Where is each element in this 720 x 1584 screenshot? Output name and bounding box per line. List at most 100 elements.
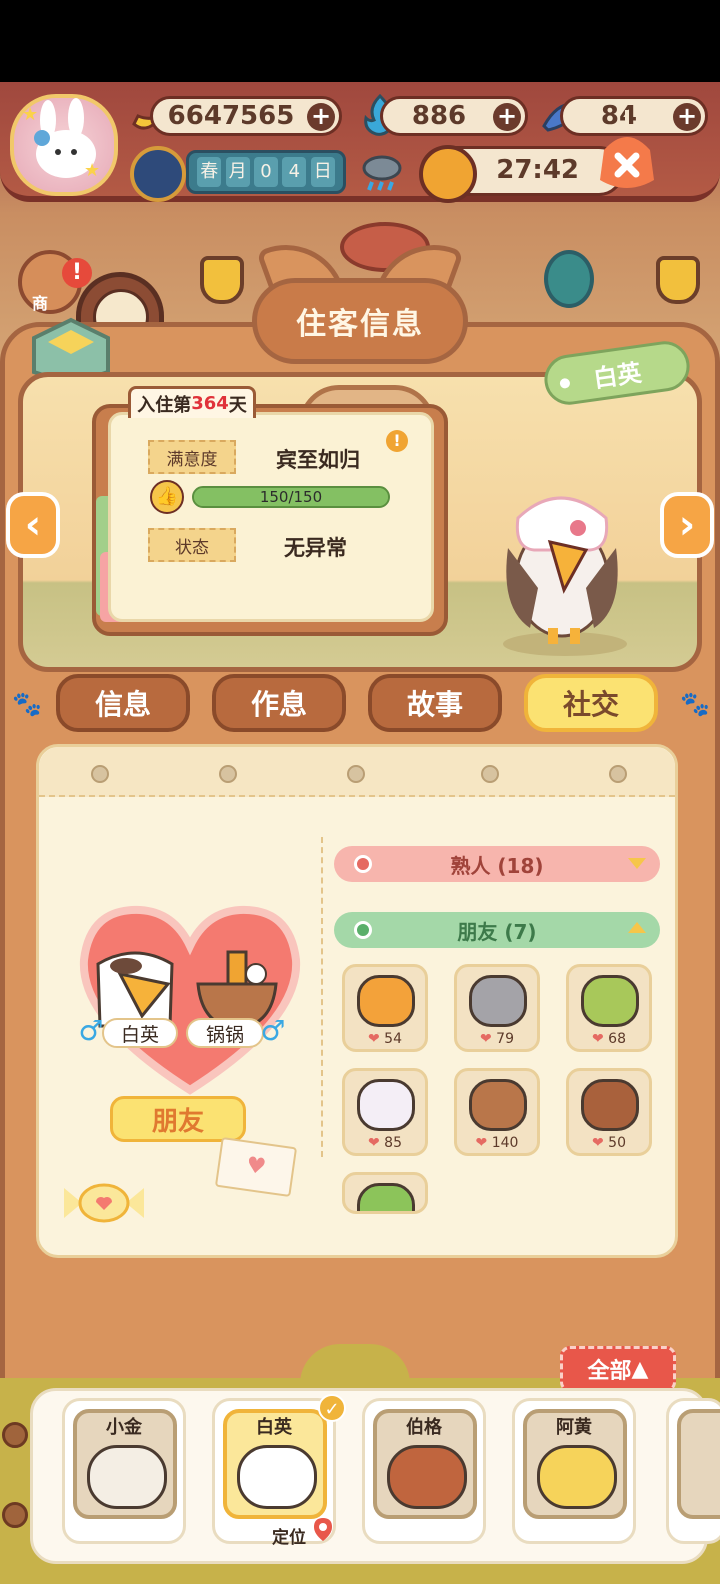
previous-guest-button[interactable]: ‹ <box>6 492 60 558</box>
date-char: 日 <box>310 157 335 187</box>
top-hud: ★ ★ 6647565 + 886 + 84 + 春 月 0 4 日 27:42 <box>0 82 720 203</box>
rain-cloud-icon <box>358 150 406 198</box>
affinity-score: ❤ 54 <box>345 1031 425 1047</box>
paw-icon: 🐾 <box>680 690 710 718</box>
stay-suffix: 天 <box>228 394 247 416</box>
friend-card[interactable]: ❤ 54 <box>342 964 428 1052</box>
close-button[interactable] <box>594 110 660 198</box>
guest-portrait-icon <box>387 1445 467 1509</box>
date-char: 月 <box>225 157 250 187</box>
relation-badge: 朋友 <box>110 1096 246 1142</box>
binding-hole <box>347 765 365 783</box>
column-divider <box>321 837 323 1157</box>
guest-card-partial[interactable] <box>666 1398 720 1544</box>
affinity-score: ❤ 85 <box>345 1135 425 1151</box>
satisfaction-progress: 150/150 <box>259 488 323 506</box>
guest-card[interactable]: 伯格 <box>362 1398 486 1544</box>
game-scene: ★ ★ 6647565 + 886 + 84 + 春 月 0 4 日 27:42… <box>0 82 720 1584</box>
binding-hole <box>219 765 237 783</box>
hamster-icon <box>581 1079 639 1131</box>
acquaintances-group[interactable]: 熟人 (18) <box>334 846 660 882</box>
stay-prefix: 入住第 <box>137 394 192 416</box>
acquaintances-label: 熟人 (18) <box>450 853 544 878</box>
moon-clock-icon <box>130 146 186 202</box>
timer-text: 27:42 <box>496 155 579 185</box>
date-char: 0 <box>253 157 278 187</box>
tab-story[interactable]: 故事 <box>368 674 502 732</box>
lamp-icon <box>200 256 244 304</box>
status-label: 状态 <box>148 528 236 562</box>
guest-slot <box>677 1409 720 1519</box>
clip-icon <box>2 1422 28 1448</box>
friend-card[interactable] <box>342 1172 428 1214</box>
satisfaction-label: 满意度 <box>148 440 236 474</box>
friend-card[interactable]: ❤ 50 <box>566 1068 652 1156</box>
heart-icon: ❤ <box>591 1135 609 1151</box>
heart-icon: ❤ <box>367 1135 385 1151</box>
affinity-value: 50 <box>608 1135 626 1151</box>
affinity-value: 79 <box>496 1031 514 1047</box>
banana-count: 6647565 <box>167 101 295 131</box>
eagle-character[interactable] <box>490 478 640 658</box>
satisfaction-value: 宾至如归 <box>276 448 360 472</box>
guest-portrait-icon <box>87 1445 167 1509</box>
binding-hole <box>481 765 499 783</box>
info-warning-icon[interactable]: ! <box>386 430 408 452</box>
binding-hole <box>609 765 627 783</box>
locate-label: 定位 <box>272 1527 306 1548</box>
stay-days: 364 <box>191 393 229 414</box>
candy-icon <box>60 1178 148 1228</box>
add-flames-button[interactable]: + <box>493 103 521 131</box>
friend-card[interactable]: ❤ 68 <box>566 964 652 1052</box>
partner-name-chip: 锅锅 <box>186 1018 264 1048</box>
locate-button[interactable]: 定位 <box>240 1518 338 1548</box>
friend-card[interactable]: ❤ 79 <box>454 964 540 1052</box>
guest-card[interactable]: 阿黄 <box>512 1398 636 1544</box>
green-frog-icon <box>581 975 639 1027</box>
filter-all-button[interactable]: 全部 ▲ <box>560 1346 676 1392</box>
eagle-guest-icon <box>503 496 627 656</box>
friend-card[interactable]: ❤ 140 <box>454 1068 540 1156</box>
lamp-icon <box>656 256 700 304</box>
tab-label: 信息 <box>94 688 151 721</box>
male-gender-icon: ♂ <box>260 1014 286 1047</box>
friend-card[interactable]: ❤ 85 <box>342 1068 428 1156</box>
player-avatar[interactable]: ★ ★ <box>10 94 118 196</box>
tab-label: 故事 <box>406 688 463 721</box>
tiger-headphones-icon <box>357 975 415 1027</box>
chevron-right-icon: › <box>678 502 696 548</box>
flame-counter: 886 + <box>380 96 528 136</box>
chevron-down-icon <box>628 858 646 869</box>
guest-name: 小金 <box>106 1417 142 1438</box>
panel-title: 住客信息 <box>252 278 468 364</box>
add-fish-button[interactable]: + <box>673 103 701 131</box>
heart-icon: ❤ <box>475 1135 492 1151</box>
affinity-value: 140 <box>491 1135 519 1151</box>
tab-schedule[interactable]: 作息 <box>212 674 346 732</box>
green-dino-icon <box>357 1183 415 1211</box>
friends-label: 朋友 (7) <box>457 919 537 944</box>
paw-icon: 🐾 <box>12 690 42 718</box>
guest-portrait-icon <box>237 1445 317 1509</box>
guest-card[interactable]: 小金 <box>62 1398 186 1544</box>
tab-info[interactable]: 信息 <box>56 674 190 732</box>
star-icon: ★ <box>22 104 39 125</box>
binding-hole <box>91 765 109 783</box>
flame-count: 886 <box>411 101 467 131</box>
affinity-score: ❤ 140 <box>457 1135 537 1151</box>
chevron-up-icon <box>628 922 646 933</box>
date-char: 春 <box>197 157 222 187</box>
stay-duration: 入住第 364 天 <box>128 386 256 418</box>
stopwatch-icon <box>419 145 477 203</box>
pot-icon <box>469 1079 527 1131</box>
tab-social[interactable]: 社交 <box>524 674 658 732</box>
affinity-value: 85 <box>384 1135 402 1151</box>
next-guest-button[interactable]: › <box>660 492 714 558</box>
thumbs-up-icon: 👍 <box>150 480 184 514</box>
letter-icon[interactable]: ♥ <box>214 1136 298 1198</box>
unicorn-icon <box>357 1079 415 1131</box>
notebook-binding <box>39 747 675 797</box>
friends-group[interactable]: 朋友 (7) <box>334 912 660 948</box>
add-bananas-button[interactable]: + <box>307 103 335 131</box>
caret-up-icon: ▲ <box>631 1356 649 1382</box>
